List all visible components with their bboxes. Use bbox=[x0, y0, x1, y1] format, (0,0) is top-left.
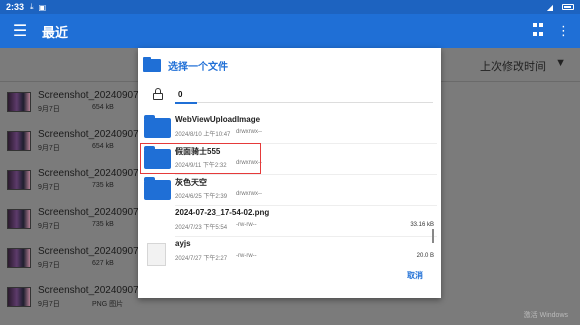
file-date: 9月7日 bbox=[38, 145, 60, 152]
item-date: 2024/7/23 下午5:54 bbox=[175, 225, 228, 231]
file-date: 9月7日 bbox=[38, 301, 60, 308]
grid-view-icon[interactable] bbox=[533, 23, 543, 39]
status-bar: 2:33 ⤓ ▣ ◢ bbox=[0, 0, 580, 14]
more-icon[interactable]: ⋮ bbox=[557, 23, 570, 39]
path-bar: 0 bbox=[138, 82, 441, 108]
activation-watermark: 激活 Windows bbox=[523, 312, 568, 319]
path-divider bbox=[197, 102, 433, 103]
item-name: 2024-07-23_17-54-02.png bbox=[175, 208, 270, 217]
file-item[interactable]: ayjs 2024/7/27 下午2:27 -rw-rw-- 20.0 B bbox=[138, 236, 441, 266]
dialog-header: 选择一个文件 bbox=[138, 48, 441, 82]
item-permissions: -rw-rw-- bbox=[236, 222, 257, 228]
image-thumbnail bbox=[144, 211, 171, 231]
signal-icon: ◢ bbox=[546, 2, 553, 12]
item-name: 灰色天空 bbox=[175, 178, 207, 187]
item-date: 2024/7/27 下午2:27 bbox=[175, 256, 228, 262]
folder-icon bbox=[144, 177, 171, 200]
cancel-button[interactable]: 取消 bbox=[407, 270, 423, 281]
folder-icon bbox=[144, 115, 171, 138]
status-time: 2:33 bbox=[6, 2, 25, 12]
file-list: WebViewUploadImage 2024/8/10 上午10:47 drw… bbox=[138, 112, 441, 266]
file-date: 9月7日 bbox=[38, 223, 60, 230]
file-size: 627 kB bbox=[92, 260, 114, 267]
lock-icon[interactable] bbox=[153, 88, 163, 100]
folder-item[interactable]: WebViewUploadImage 2024/8/10 上午10:47 drw… bbox=[138, 112, 441, 144]
sort-caret-icon[interactable]: ▼ bbox=[555, 57, 566, 69]
file-size: 654 kB bbox=[92, 104, 114, 111]
file-date: 9月7日 bbox=[38, 106, 60, 113]
file-date: 9月7日 bbox=[38, 184, 60, 191]
breadcrumb[interactable]: 0 bbox=[178, 90, 182, 99]
file-thumbnail bbox=[7, 287, 31, 307]
item-name: WebViewUploadImage bbox=[175, 115, 261, 124]
item-size: 20.0 B bbox=[416, 253, 434, 259]
file-size: 735 kB bbox=[92, 221, 114, 228]
item-permissions: drwxrwx-- bbox=[236, 191, 262, 197]
selection-highlight bbox=[140, 143, 261, 174]
file-size: PNG 图片 bbox=[92, 301, 124, 308]
download-icon: ⤓ bbox=[30, 2, 34, 11]
item-permissions: drwxrwx-- bbox=[236, 129, 262, 135]
file-size: 654 kB bbox=[92, 143, 114, 150]
file-thumbnail bbox=[7, 248, 31, 268]
folder-item[interactable]: 灰色天空 2024/6/25 下午2:39 drwxrwx-- bbox=[138, 174, 441, 206]
file-thumbnail bbox=[7, 92, 31, 112]
sort-label[interactable]: 上次修改时间 bbox=[480, 58, 546, 74]
item-permissions: -rw-rw-- bbox=[236, 253, 257, 259]
file-thumbnail bbox=[7, 170, 31, 190]
dialog-title: 选择一个文件 bbox=[168, 61, 228, 73]
item-date: 2024/6/25 下午2:39 bbox=[175, 194, 228, 200]
item-name: ayjs bbox=[175, 239, 191, 248]
shield-icon: ▣ bbox=[38, 2, 47, 12]
app-bar: ☰ 最近 ⋮ bbox=[0, 14, 580, 48]
file-size: 735 kB bbox=[92, 182, 114, 189]
file-thumbnail bbox=[7, 209, 31, 229]
menu-icon[interactable]: ☰ bbox=[0, 21, 40, 41]
app-title: 最近 bbox=[42, 24, 69, 40]
folder-icon bbox=[143, 56, 161, 72]
item-size: 33.16 kB bbox=[410, 222, 434, 228]
file-thumbnail bbox=[7, 131, 31, 151]
item-date: 2024/8/10 上午10:47 bbox=[175, 132, 231, 138]
document-icon bbox=[147, 243, 166, 266]
battery-icon bbox=[562, 4, 574, 10]
file-item[interactable]: 2024-07-23_17-54-02.png 2024/7/23 下午5:54… bbox=[138, 205, 441, 237]
file-date: 9月7日 bbox=[38, 262, 60, 269]
scrollbar[interactable] bbox=[432, 229, 434, 243]
breadcrumb-underline bbox=[175, 102, 197, 104]
